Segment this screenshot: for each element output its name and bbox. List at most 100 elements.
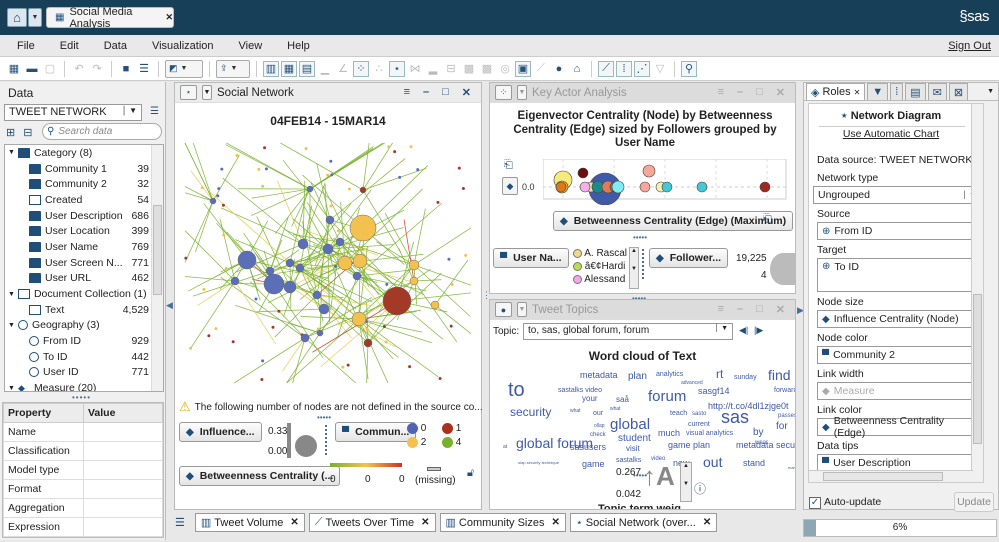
network-node[interactable] (285, 258, 295, 268)
network-node[interactable] (393, 150, 397, 154)
splitter[interactable] (642, 249, 645, 279)
close-icon[interactable]: ✕ (462, 86, 471, 99)
use-automatic-chart-link[interactable]: Use Automatic Chart (809, 128, 973, 140)
network-node[interactable] (464, 253, 468, 257)
word-cloud-term[interactable]: find (768, 368, 791, 382)
menu-help[interactable]: Help (279, 40, 318, 52)
word-cloud-term[interactable]: student (618, 434, 651, 444)
tab-excel[interactable]: ⊠ (948, 83, 969, 100)
network-node[interactable] (387, 145, 391, 149)
bubble[interactable] (696, 181, 708, 193)
word-cloud-term[interactable]: sas (721, 408, 749, 426)
word-cloud-term[interactable]: for (776, 422, 788, 432)
tab-properties[interactable]: ▤ (905, 83, 926, 100)
network-node[interactable] (230, 276, 240, 286)
x-axis-button[interactable]: ◆ Betweenness Centrality (Edge) (Maximum) (553, 211, 794, 231)
tree-item[interactable]: To ID 442 (5, 349, 163, 365)
menu-icon[interactable]: ≡ (718, 303, 724, 316)
word-cloud-term[interactable]: plan (628, 372, 647, 382)
close-icon[interactable]: ✕ (165, 12, 173, 23)
word-cloud-term[interactable]: olap security technique (518, 461, 559, 465)
minimize-icon[interactable]: – (737, 303, 743, 316)
network-node[interactable] (254, 297, 258, 301)
network-node[interactable] (382, 325, 386, 329)
network-node[interactable] (207, 334, 211, 338)
bubble[interactable] (639, 181, 651, 193)
property-value[interactable] (83, 441, 163, 461)
network-node[interactable] (222, 233, 226, 237)
layout-icon[interactable]: ■ (118, 61, 134, 77)
save-icon[interactable]: ▢ (42, 61, 58, 77)
role-field-link-width[interactable]: ◆ Measure (817, 382, 979, 400)
network-node[interactable] (318, 303, 330, 315)
funnel-icon[interactable]: ▽ (652, 61, 668, 77)
table-icon[interactable]: ▦ (281, 60, 297, 77)
search-input[interactable]: ⚲ Search data (42, 123, 162, 140)
menu-file[interactable]: File (9, 40, 43, 52)
property-value[interactable] (83, 517, 163, 537)
close-icon[interactable]: ✕ (854, 88, 861, 97)
bubble-plot-icon[interactable]: ∴ (371, 61, 387, 77)
word-cloud-term[interactable]: to (508, 380, 525, 400)
tree-item[interactable]: User Location 399 (5, 223, 163, 239)
word-cloud-term[interactable]: what (570, 409, 581, 414)
network-node[interactable] (438, 376, 442, 380)
network-node[interactable] (300, 333, 310, 343)
menu-view[interactable]: View (231, 40, 271, 52)
word-cloud-term[interactable]: at (503, 445, 507, 450)
correlation-icon[interactable]: ⟋ (533, 61, 549, 77)
link-color-button[interactable]: ◆ Betweenness Centrality (... (179, 466, 341, 486)
network-node[interactable] (329, 159, 333, 163)
bubble[interactable] (642, 164, 656, 178)
network-node[interactable] (352, 271, 362, 281)
word-cloud-term[interactable]: game (582, 460, 605, 469)
network-node[interactable] (322, 243, 334, 255)
network-node[interactable] (351, 311, 367, 327)
word-cloud-term[interactable]: by (753, 428, 764, 438)
scatter-matrix-icon[interactable]: ⁞ (616, 60, 632, 77)
node-color-button[interactable]: ▀ Commun... (335, 422, 417, 442)
network-node[interactable] (449, 324, 453, 328)
network-node[interactable] (382, 286, 412, 316)
network-node[interactable] (304, 147, 308, 151)
network-node[interactable] (325, 215, 335, 225)
word-cloud-term[interactable]: much (658, 429, 680, 438)
histogram-icon[interactable]: ▂ (425, 61, 441, 77)
update-button[interactable]: Update (954, 492, 994, 512)
horizontal-scrollbar[interactable] (809, 470, 973, 482)
network-node[interactable] (214, 327, 218, 331)
lock-icon[interactable]: 🔓︎ (467, 467, 474, 480)
tree-item[interactable]: From ID 929 (5, 333, 163, 349)
auto-update-checkbox[interactable]: ✓ (809, 497, 821, 509)
network-node[interactable] (450, 282, 454, 286)
select-tool-dropdown[interactable]: ◩ ▼ (165, 59, 203, 78)
parallel-coordinates-icon[interactable]: ⋈ (407, 61, 423, 77)
network-node[interactable] (447, 257, 451, 261)
network-node[interactable] (457, 166, 461, 170)
network-node[interactable] (346, 363, 350, 367)
menu-icon[interactable]: ≡ (404, 86, 410, 99)
export-dropdown[interactable]: ⇪ ▼ (216, 59, 250, 78)
property-value[interactable] (83, 498, 163, 518)
bubble[interactable] (611, 180, 625, 194)
network-node[interactable] (409, 145, 413, 149)
chevron-down-icon[interactable]: ▼ (517, 85, 527, 100)
network-node[interactable] (189, 346, 193, 350)
network-node[interactable] (365, 327, 369, 331)
size-button[interactable]: ◆ Follower... (649, 248, 729, 268)
role-field-link-color[interactable]: ◆ Betweenness Centrality (Edge) (817, 415, 979, 439)
word-cloud-icon[interactable]: ● (495, 302, 512, 317)
word-cloud-term[interactable]: sastalks (616, 457, 641, 464)
network-node[interactable] (277, 309, 281, 313)
network-diagram[interactable] (175, 133, 481, 388)
expand-arrow-icon[interactable]: ▼ (8, 385, 15, 391)
role-field-node-color[interactable]: ▀ Community 2 (817, 346, 979, 364)
legend-scrollbar[interactable]: ▲ ▼ (680, 462, 692, 502)
word-cloud-term[interactable]: teach (670, 410, 687, 417)
word-cloud-term[interactable]: analytics (656, 371, 683, 378)
maximize-icon[interactable]: □ (756, 86, 763, 99)
word-cloud-term[interactable]: stand (743, 459, 765, 468)
network-node[interactable] (209, 197, 217, 205)
bubble[interactable] (661, 181, 673, 193)
property-value[interactable] (83, 479, 163, 499)
